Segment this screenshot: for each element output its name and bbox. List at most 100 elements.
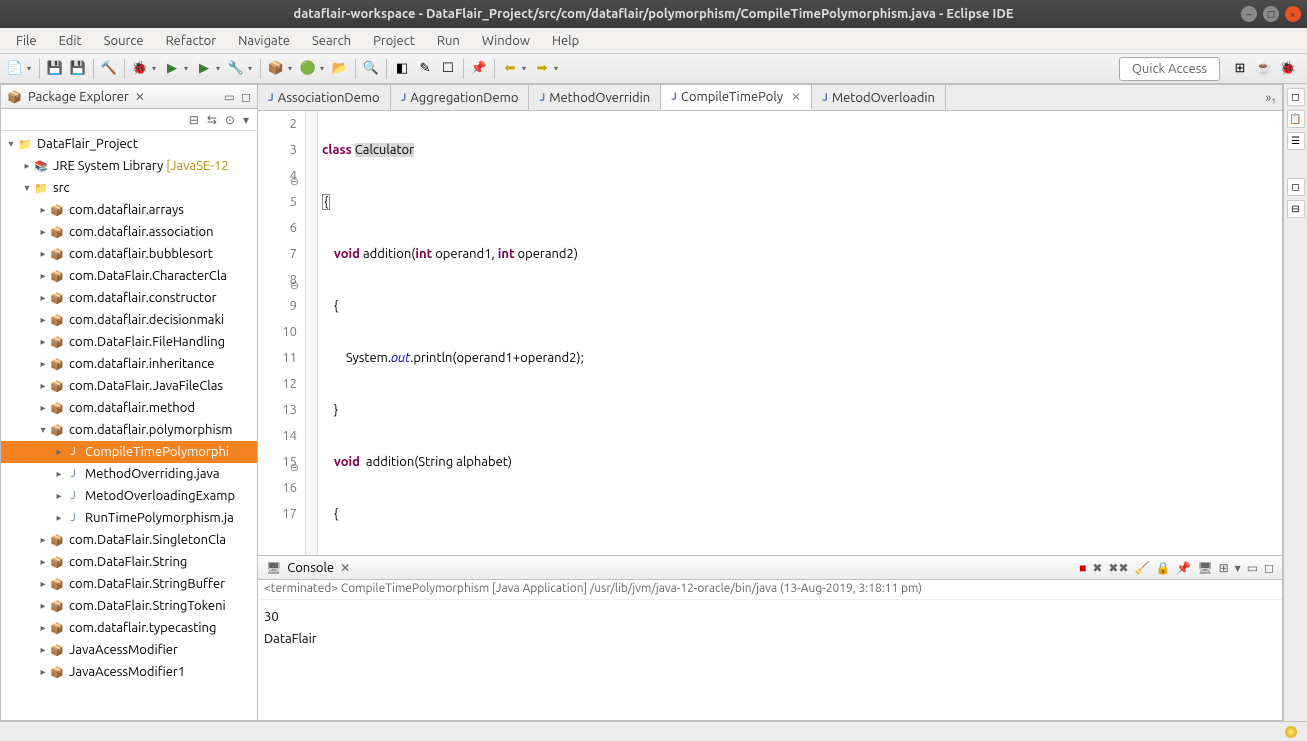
java-icon: J xyxy=(268,92,274,104)
toggle-button[interactable]: ◧ xyxy=(391,58,413,80)
clear-console-icon[interactable]: 🧹 xyxy=(1133,561,1152,575)
tab-association[interactable]: JAssociationDemo xyxy=(258,85,391,110)
quick-access-button[interactable]: Quick Access xyxy=(1119,57,1220,81)
package-node[interactable]: ▸📦com.DataFlair.SingletonCla xyxy=(1,529,257,551)
package-node[interactable]: ▸📦com.DataFlair.CharacterCla xyxy=(1,265,257,287)
collapse-all-icon[interactable]: ⊟ xyxy=(187,113,201,127)
external-tools-button[interactable]: 🔧 xyxy=(225,58,247,80)
save-all-button[interactable]: 💾 xyxy=(67,58,89,80)
menu-help[interactable]: Help xyxy=(542,31,589,51)
package-node[interactable]: ▸📦JavaAcessModifier xyxy=(1,639,257,661)
open-perspective-button[interactable]: ⊞ xyxy=(1229,58,1251,80)
coverage-button[interactable]: ▶ xyxy=(193,58,215,80)
console-output[interactable]: 30 DataFlair xyxy=(258,600,1282,720)
menu-edit[interactable]: Edit xyxy=(49,31,92,51)
link-editor-icon[interactable]: ⇆ xyxy=(205,113,219,127)
task-button[interactable]: ☐ xyxy=(437,58,459,80)
menu-navigate[interactable]: Navigate xyxy=(228,31,300,51)
tab-compiletimepoly[interactable]: JCompileTimePoly✕ xyxy=(661,85,812,110)
package-node[interactable]: ▸📦com.DataFlair.JavaFileClas xyxy=(1,375,257,397)
package-node[interactable]: ▸📦JavaAcessModifier1 xyxy=(1,661,257,683)
pin-button[interactable]: 📌 xyxy=(468,58,490,80)
close-console-icon[interactable]: ✕ xyxy=(338,561,352,575)
menu-refactor[interactable]: Refactor xyxy=(156,31,227,51)
minimize-view-icon[interactable]: ▭ xyxy=(222,90,237,104)
tip-bulb-icon[interactable] xyxy=(1285,726,1297,738)
src-node[interactable]: ▾📁src xyxy=(1,177,257,199)
debug-button[interactable]: 🐞 xyxy=(129,58,151,80)
terminate-icon[interactable]: ■ xyxy=(1077,561,1088,575)
outline-icon[interactable]: ⊟ xyxy=(1287,200,1305,218)
close-tab-icon[interactable]: ✕ xyxy=(791,90,801,104)
package-node[interactable]: ▸📦com.DataFlair.String xyxy=(1,551,257,573)
java-file[interactable]: ▸JRunTimePolymorphism.ja xyxy=(1,507,257,529)
console-menu-icon[interactable]: ▾ xyxy=(1233,561,1243,575)
project-node[interactable]: ▾📁DataFlair_Project xyxy=(1,133,257,155)
focus-icon[interactable]: ⊙ xyxy=(223,113,237,127)
open-console-icon[interactable]: ⊞ xyxy=(1217,561,1231,575)
menu-file[interactable]: File xyxy=(6,31,47,51)
package-node[interactable]: ▸📦com.dataflair.inheritance xyxy=(1,353,257,375)
package-node[interactable]: ▸📦com.dataflair.decisionmaki xyxy=(1,309,257,331)
package-node[interactable]: ▸📦com.dataflair.typecasting xyxy=(1,617,257,639)
new-package-button[interactable]: 📦 xyxy=(265,58,287,80)
minimize-button[interactable]: – xyxy=(1241,6,1257,22)
view-menu-icon[interactable]: ▾ xyxy=(241,113,251,127)
restore-view-icon[interactable]: ◻ xyxy=(1287,88,1305,106)
package-node-open[interactable]: ▾📦com.dataflair.polymorphism xyxy=(1,419,257,441)
package-node[interactable]: ▸📦com.dataflair.method xyxy=(1,397,257,419)
java-icon: J xyxy=(671,91,677,103)
package-node[interactable]: ▸📦com.DataFlair.StringBuffer xyxy=(1,573,257,595)
java-file[interactable]: ▸JMethodOverriding.java xyxy=(1,463,257,485)
java-file[interactable]: ▸JMetodOverloadingExamp xyxy=(1,485,257,507)
code-editor[interactable]: 2 3 4 5 6 7 8 9 10 11 12 13 14 15 16 17 xyxy=(258,111,1282,555)
restore-view-icon-2[interactable]: ◻ xyxy=(1287,178,1305,196)
code-content[interactable]: class Calculator { void addition(int ope… xyxy=(318,111,1282,555)
editor-area: JAssociationDemo JAggregationDemo JMetho… xyxy=(258,84,1283,721)
close-button[interactable]: × xyxy=(1285,6,1301,22)
maximize-console-icon[interactable]: ◻ xyxy=(1262,561,1276,575)
nav-forward-button[interactable]: ➡ xyxy=(531,58,553,80)
tab-aggregation[interactable]: JAggregationDemo xyxy=(391,85,530,110)
package-node[interactable]: ▸📦com.DataFlair.FileHandling xyxy=(1,331,257,353)
new-button[interactable]: 📄 xyxy=(4,58,26,80)
package-node[interactable]: ▸📦com.dataflair.bubblesort xyxy=(1,243,257,265)
tab-overflow[interactable]: »₁ xyxy=(1259,85,1282,110)
jre-node[interactable]: ▸📚JRE System Library [JavaSE-12 xyxy=(1,155,257,177)
editor-tabs: JAssociationDemo JAggregationDemo JMetho… xyxy=(258,85,1282,111)
new-class-button[interactable]: 🟢 xyxy=(297,58,319,80)
open-type-button[interactable]: 📂 xyxy=(329,58,351,80)
pin-console-icon[interactable]: 📌 xyxy=(1174,561,1193,575)
minimize-console-icon[interactable]: ▭ xyxy=(1245,561,1260,575)
menu-search[interactable]: Search xyxy=(302,31,361,51)
save-button[interactable]: 💾 xyxy=(44,58,66,80)
display-selected-icon[interactable]: 🖥 xyxy=(1195,561,1214,575)
package-node[interactable]: ▸📦com.dataflair.association xyxy=(1,221,257,243)
annotation-button[interactable]: ✎ xyxy=(414,58,436,80)
menu-window[interactable]: Window xyxy=(472,31,540,51)
tab-methodoverridin[interactable]: JMethodOverridin xyxy=(529,85,661,110)
build-button[interactable]: 🔨 xyxy=(98,58,120,80)
close-view-icon[interactable]: ✕ xyxy=(133,90,147,104)
package-node[interactable]: ▸📦com.dataflair.arrays xyxy=(1,199,257,221)
package-node[interactable]: ▸📦com.DataFlair.StringTokeni xyxy=(1,595,257,617)
remove-all-icon[interactable]: ✖✖ xyxy=(1106,561,1130,575)
run-button[interactable]: ▶ xyxy=(161,58,183,80)
debug-perspective-button[interactable]: 🐞 xyxy=(1277,58,1299,80)
outline-view-icon[interactable]: 📋 xyxy=(1287,110,1305,128)
menu-project[interactable]: Project xyxy=(363,31,425,51)
maximize-view-icon[interactable]: ◻ xyxy=(239,90,253,104)
package-node[interactable]: ▸📦com.dataflair.constructor xyxy=(1,287,257,309)
menu-run[interactable]: Run xyxy=(427,31,470,51)
package-explorer-title: Package Explorer xyxy=(28,90,129,104)
task-list-icon[interactable]: ☰ xyxy=(1287,132,1305,150)
nav-back-button[interactable]: ⬅ xyxy=(499,58,521,80)
remove-launch-icon[interactable]: ✖ xyxy=(1090,561,1104,575)
search-button[interactable]: 🔍 xyxy=(360,58,382,80)
maximize-button[interactable]: ◻ xyxy=(1263,6,1279,22)
tab-metodoverloadin[interactable]: JMetodOverloadin xyxy=(812,85,946,110)
java-perspective-button[interactable]: ☕ xyxy=(1253,58,1275,80)
java-file-selected[interactable]: ▸JCompileTimePolymorphi xyxy=(1,441,257,463)
scroll-lock-icon[interactable]: 🔒 xyxy=(1153,561,1172,575)
menu-source[interactable]: Source xyxy=(94,31,154,51)
